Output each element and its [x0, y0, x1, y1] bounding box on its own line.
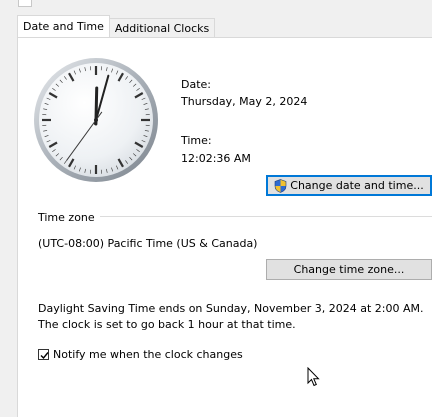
change-time-zone-label: Change time zone...	[293, 263, 405, 276]
tab-strip: Date and Time Additional Clocks	[17, 15, 216, 37]
uac-shield-icon	[274, 178, 287, 193]
time-zone-heading: Time zone	[38, 211, 95, 224]
time-value: 12:02:36 AM	[181, 152, 251, 165]
analog-clock	[34, 58, 158, 182]
notify-label: Notify me when the clock changes	[53, 348, 243, 361]
time-zone-divider	[100, 216, 432, 217]
clock-center	[94, 118, 98, 122]
window-top-edge	[18, 0, 32, 7]
window-top-strip	[0, 0, 432, 16]
tab-additional-clocks[interactable]: Additional Clocks	[108, 18, 216, 37]
tab-date-and-time[interactable]: Date and Time	[17, 15, 110, 37]
mouse-pointer-icon	[307, 367, 320, 387]
change-time-zone-button[interactable]: Change time zone...	[266, 259, 432, 280]
notify-checkbox[interactable]	[38, 349, 49, 360]
time-zone-value: (UTC-08:00) Pacific Time (US & Canada)	[38, 237, 258, 250]
dst-notice: Daylight Saving Time ends on Sunday, Nov…	[38, 302, 424, 331]
change-date-and-time-label: Change date and time...	[290, 179, 424, 192]
time-label: Time:	[181, 134, 212, 147]
change-date-and-time-button[interactable]: Change date and time...	[266, 175, 432, 196]
date-value: Thursday, May 2, 2024	[181, 95, 308, 108]
checkmark-icon	[40, 352, 49, 360]
date-time-panel: Date: Thursday, May 2, 2024 Time: 12:02:…	[17, 37, 432, 417]
notify-checkbox-row[interactable]: Notify me when the clock changes	[38, 348, 243, 361]
date-label: Date:	[181, 78, 211, 91]
